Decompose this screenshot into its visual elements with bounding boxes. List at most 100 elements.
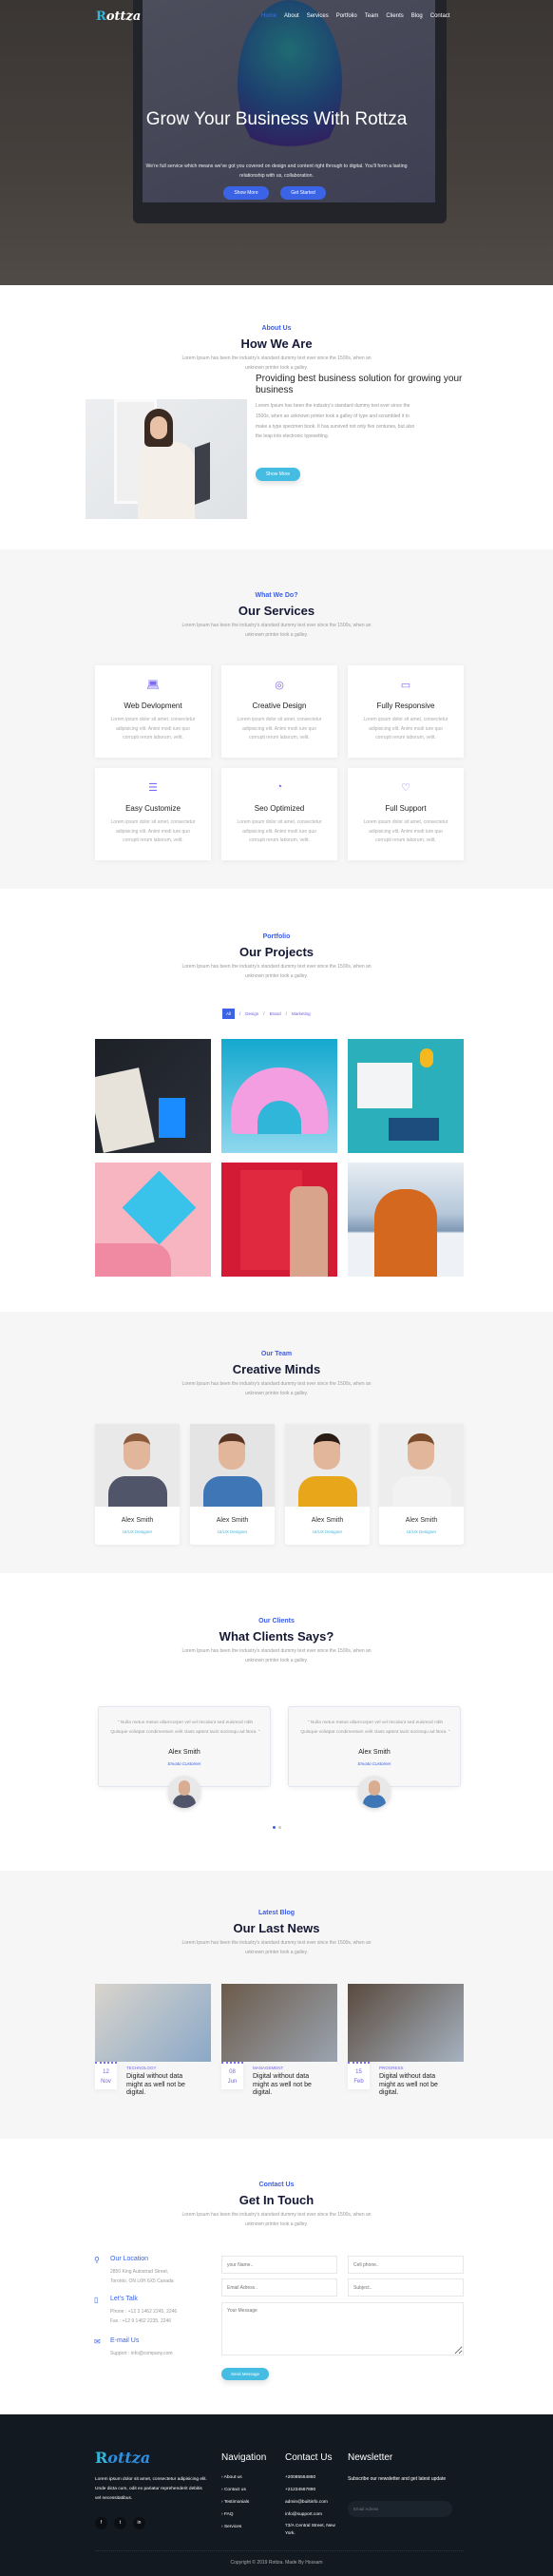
team-member-name: Alex Smith [121,1517,154,1524]
service-name: Easy Customize [125,804,181,813]
footer-newsletter-title: Newsletter [348,2452,393,2463]
blog-image[interactable] [348,1984,464,2062]
filter-brand[interactable]: Brand [270,1011,281,1016]
clients-section: Our Clients What Clients Says? Lorem Ips… [0,1573,553,1871]
section-description: Lorem Ipsum has been the industry's stan… [181,2212,372,2227]
project-image[interactable] [348,1163,464,1277]
filter-marketing[interactable]: Marketing [292,1011,311,1016]
linkedin-icon[interactable]: in [133,2517,145,2529]
logo[interactable]: Rottza [96,10,141,24]
section-title: What Clients Says? [219,1629,334,1644]
project-image[interactable] [348,1039,464,1153]
section-subtitle: Our Clients [258,1618,295,1624]
message-textarea[interactable] [221,2302,464,2355]
section-description: Lorem Ipsum has been the industry's stan… [181,1381,372,1396]
server-icon: ☰ [148,782,158,794]
project-image[interactable] [221,1163,337,1277]
blog-category[interactable]: MANAGEMENT [253,2066,283,2070]
blog-date: 15 Feb [348,2062,370,2089]
testimonial-quote: " Nulla metus metus ullamcorper vel vel … [300,1721,450,1735]
blog-category[interactable]: TECHNOLOGY [126,2066,157,2070]
about-heading: Providing best business solution for gro… [256,374,463,395]
team-member-photo [285,1424,370,1507]
twitter-icon[interactable]: t [114,2517,126,2529]
footer-link[interactable]: › Testimonials [221,2496,249,2509]
team-card: Alex Smith UI/UX Designer [285,1424,370,1545]
facebook-icon[interactable]: f [95,2517,107,2529]
blog-image[interactable] [221,1984,337,2062]
about-image [86,399,247,519]
laptop-icon: 💻︎ [146,680,160,691]
map-pin-icon: ⚲ [94,2256,100,2264]
service-text: Lorem ipsum dolor sit amet, consectetur … [363,717,448,740]
nav-about[interactable]: About [284,13,299,19]
section-subtitle: Contact Us [258,2182,295,2188]
footer-email: info@support.com [285,2512,322,2517]
section-title: How We Are [240,336,313,351]
phone-input[interactable] [348,2256,464,2274]
name-input[interactable] [221,2256,337,2274]
project-image[interactable] [95,1163,211,1277]
nav-portfolio[interactable]: Portfolio [336,13,357,19]
service-name: Creative Design [252,702,307,710]
footer-about: Lorem ipsum dolor sit amet, consectetur … [95,2477,207,2501]
nav-blog[interactable]: Blog [411,13,423,19]
carousel-dot[interactable] [278,1826,281,1829]
team-member-role: UI/UX Designer [312,1529,343,1534]
team-member-role: UI/UX Designer [217,1529,248,1534]
service-name: Seo Optimized [254,804,305,813]
section-title: Get In Touch [238,2193,315,2207]
service-name: Fully Responsive [376,702,435,710]
get-started-button[interactable]: Get Started [280,186,326,200]
nav-team[interactable]: Team [365,13,379,19]
nav-links: Home About Services Portfolio Team Clien… [261,13,449,19]
nav-contact[interactable]: Contact [430,13,450,19]
section-title: Our Projects [238,945,315,959]
blog-image[interactable] [95,1984,211,2062]
subject-input[interactable] [348,2278,464,2297]
send-message-button[interactable]: Send Message [221,2368,269,2380]
footer-logo[interactable]: Rottza [95,2449,150,2467]
section-subtitle: About Us [261,325,292,332]
newsletter-email-input[interactable] [348,2501,452,2517]
blog-title[interactable]: Digital without data might as well not b… [253,2073,327,2098]
nav-services[interactable]: Services [307,13,329,19]
service-text: Lorem ipsum dolor sit amet, consectetur … [237,717,322,740]
section-subtitle: What We Do? [255,592,298,599]
testimonial-name: Alex Smith [168,1749,200,1756]
about-show-more-button[interactable]: Show More [256,468,300,481]
blog-title[interactable]: Digital without data might as well not b… [379,2073,453,2098]
team-member-role: UI/UX Designer [406,1529,437,1534]
client-avatar [168,1776,200,1808]
blog-date: 12 Nov [95,2062,117,2089]
testimonial-role: Envato Customer [167,1761,201,1766]
contact-section: Contact Us Get In Touch Lorem Ipsum has … [0,2139,553,2414]
section-subtitle: Latest Blog [257,1910,296,1916]
nav-clients[interactable]: Clients [386,13,403,19]
footer-link[interactable]: › Services [221,2521,249,2533]
phone-icon: ▯ [94,2296,99,2304]
section-description: Lorem Ipsum has been the industry's stan… [181,623,372,638]
team-member-name: Alex Smith [311,1517,344,1524]
project-image[interactable] [221,1039,337,1153]
heart-pulse-icon: ♡ [401,782,410,794]
email-input[interactable] [221,2278,337,2297]
footer-link[interactable]: › About us [221,2471,249,2484]
project-image[interactable] [95,1039,211,1153]
filter-all[interactable]: All [222,1009,236,1019]
blog-category[interactable]: PROGRESS [379,2066,404,2070]
carousel-dot-active[interactable] [273,1826,276,1829]
section-description: Lorem Ipsum has been the industry's stan… [181,1648,372,1663]
nav-home[interactable]: Home [261,13,276,19]
palette-icon: ◎ [275,680,284,691]
service-name: Full Support [385,804,427,813]
filter-design[interactable]: Design [245,1011,258,1016]
footer-link[interactable]: › Contact us [221,2484,249,2496]
blog-title[interactable]: Digital without data might as well not b… [126,2073,200,2098]
testimonial-role: Envato Customer [357,1761,391,1766]
service-card: ▭ Fully Responsive Lorem ipsum dolor sit… [348,665,464,758]
section-title: Creative Minds [232,1362,321,1376]
section-title: Our Services [238,604,315,618]
footer-link[interactable]: › FAQ [221,2509,249,2521]
show-more-button[interactable]: Show More [223,186,269,200]
